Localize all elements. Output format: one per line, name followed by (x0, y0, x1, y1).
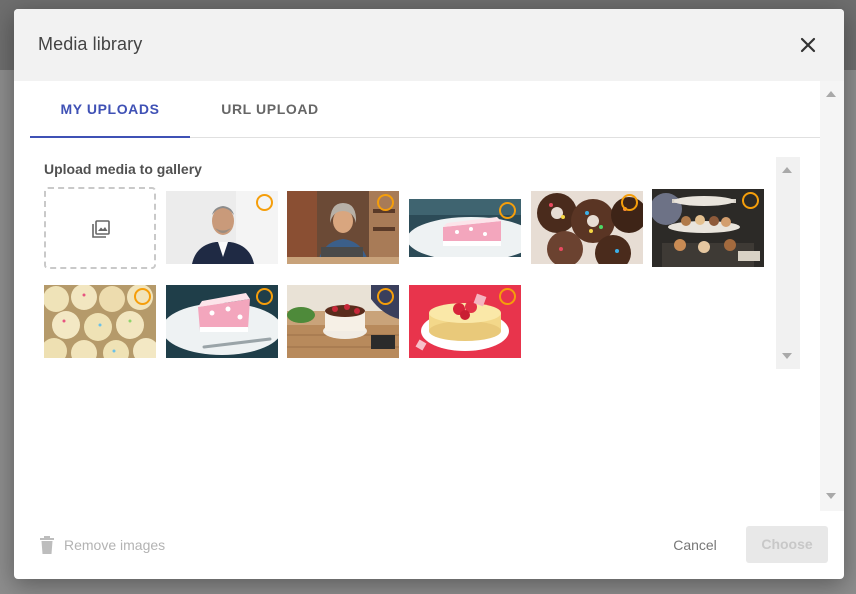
dialog-header: Media library (14, 9, 844, 81)
gallery-image-dessert-table[interactable] (652, 189, 764, 267)
select-toggle-icon[interactable] (377, 194, 394, 211)
gallery-scroll-up-icon[interactable] (782, 167, 792, 173)
gallery-image-cupcakes[interactable] (44, 285, 156, 358)
gallery-image-businessman[interactable] (166, 191, 278, 264)
tab-bar: MY UPLOADS URL UPLOAD (30, 81, 820, 138)
gallery-image-cake-slice[interactable] (409, 199, 521, 257)
choose-button[interactable]: Choose (746, 526, 828, 563)
gallery-image-woman-laptop[interactable] (287, 191, 399, 264)
scroll-down-icon[interactable] (826, 493, 836, 499)
cancel-button[interactable]: Cancel (660, 533, 730, 557)
upload-media-button[interactable] (44, 187, 156, 269)
close-button[interactable] (797, 34, 819, 56)
add-photos-icon (92, 220, 110, 238)
gallery-scrollbar[interactable] (776, 157, 800, 369)
dialog-title: Media library (38, 34, 143, 54)
select-toggle-icon[interactable] (134, 288, 151, 305)
select-toggle-icon[interactable] (742, 192, 759, 209)
select-toggle-icon[interactable] (499, 202, 516, 219)
gallery-image-decorating-cake[interactable] (287, 285, 399, 358)
dialog-scrollbar[interactable] (820, 81, 844, 511)
remove-images-label: Remove images (64, 537, 166, 553)
gallery-scroll-down-icon[interactable] (782, 353, 792, 359)
tab-my-uploads[interactable]: MY UPLOADS (30, 81, 190, 138)
remove-images-button[interactable]: Remove images (40, 536, 165, 554)
select-toggle-icon[interactable] (499, 288, 516, 305)
trash-icon (40, 536, 54, 554)
gallery-image-cheesecake[interactable] (409, 285, 521, 358)
select-toggle-icon[interactable] (621, 194, 638, 211)
gallery-image-donuts[interactable] (531, 191, 643, 264)
media-library-dialog: Media library MY UPLOADS URL UPLOAD Uplo… (14, 9, 844, 579)
close-icon (800, 37, 816, 53)
select-toggle-icon[interactable] (256, 194, 273, 211)
gallery-image-cake-slice-fork[interactable] (166, 285, 278, 358)
scroll-up-icon[interactable] (826, 91, 836, 97)
gallery-label: Upload media to gallery (44, 161, 202, 177)
select-toggle-icon[interactable] (377, 288, 394, 305)
tab-url-upload[interactable]: URL UPLOAD (190, 81, 350, 138)
select-toggle-icon[interactable] (256, 288, 273, 305)
